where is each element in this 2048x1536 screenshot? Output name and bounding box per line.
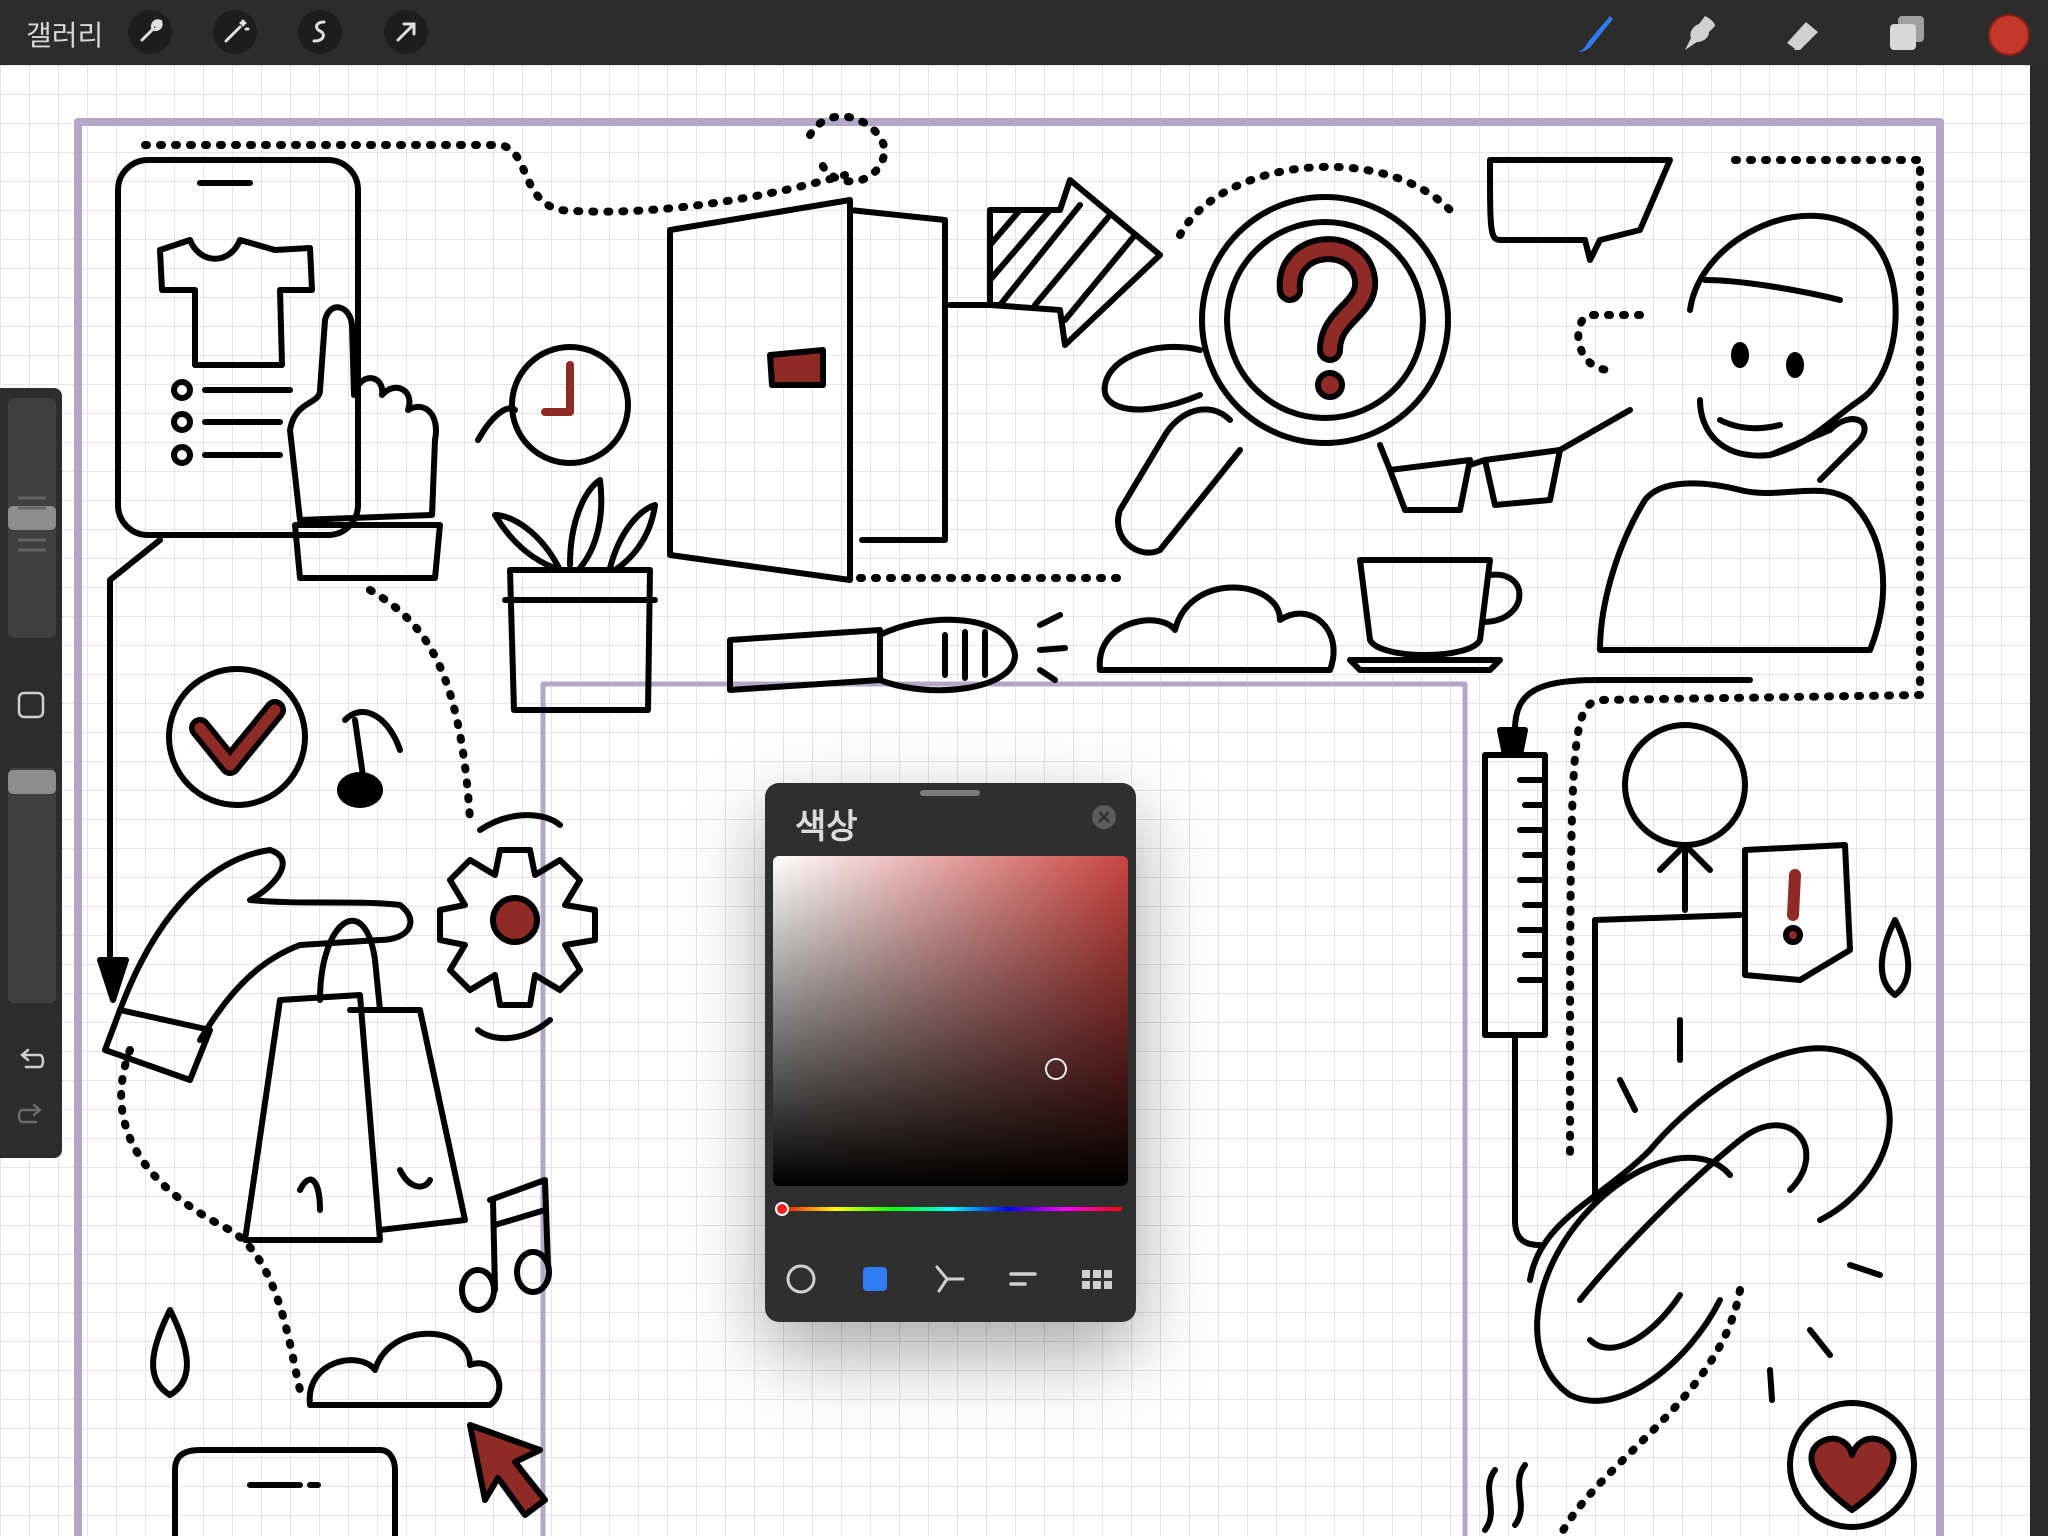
top-toolbar: 갤러리 bbox=[0, 0, 2048, 65]
layers-icon[interactable] bbox=[1882, 8, 1932, 58]
redo-icon[interactable] bbox=[14, 1098, 48, 1132]
size-grip-lines bbox=[18, 496, 46, 552]
panel-title: 색상 bbox=[795, 807, 858, 847]
opacity-thumb[interactable] bbox=[8, 770, 56, 794]
harmony-icon[interactable] bbox=[929, 1259, 969, 1299]
wrench-icon[interactable] bbox=[128, 10, 172, 54]
hue-slider[interactable] bbox=[779, 1207, 1122, 1211]
left-sidebar bbox=[0, 388, 62, 1158]
eraser-icon[interactable] bbox=[1778, 8, 1828, 58]
right-edge-bar bbox=[2030, 65, 2048, 1536]
classic-icon[interactable] bbox=[855, 1259, 895, 1299]
opacity-slider[interactable] bbox=[8, 768, 56, 1003]
close-icon[interactable] bbox=[1092, 805, 1116, 829]
value-icon[interactable] bbox=[1003, 1259, 1043, 1299]
brush-icon[interactable] bbox=[1570, 8, 1620, 58]
modify-square-icon[interactable] bbox=[14, 688, 48, 722]
current-color-swatch[interactable] bbox=[1988, 14, 2030, 56]
transform-arrow-icon[interactable] bbox=[384, 10, 428, 54]
panel-drag-handle[interactable] bbox=[920, 790, 980, 796]
color-picker-handle[interactable] bbox=[1045, 1058, 1067, 1080]
hue-slider-handle[interactable] bbox=[775, 1202, 789, 1216]
color-saturation-picker[interactable] bbox=[773, 856, 1128, 1186]
smudge-icon[interactable] bbox=[1675, 8, 1725, 58]
magic-wand-icon[interactable] bbox=[213, 10, 257, 54]
undo-icon[interactable] bbox=[14, 1043, 48, 1077]
selection-icon[interactable] bbox=[298, 10, 342, 54]
color-panel: 색상 bbox=[765, 783, 1136, 1322]
disc-icon[interactable] bbox=[781, 1259, 821, 1299]
palettes-icon[interactable] bbox=[1077, 1259, 1117, 1299]
gallery-button[interactable]: 갤러리 bbox=[26, 14, 103, 54]
